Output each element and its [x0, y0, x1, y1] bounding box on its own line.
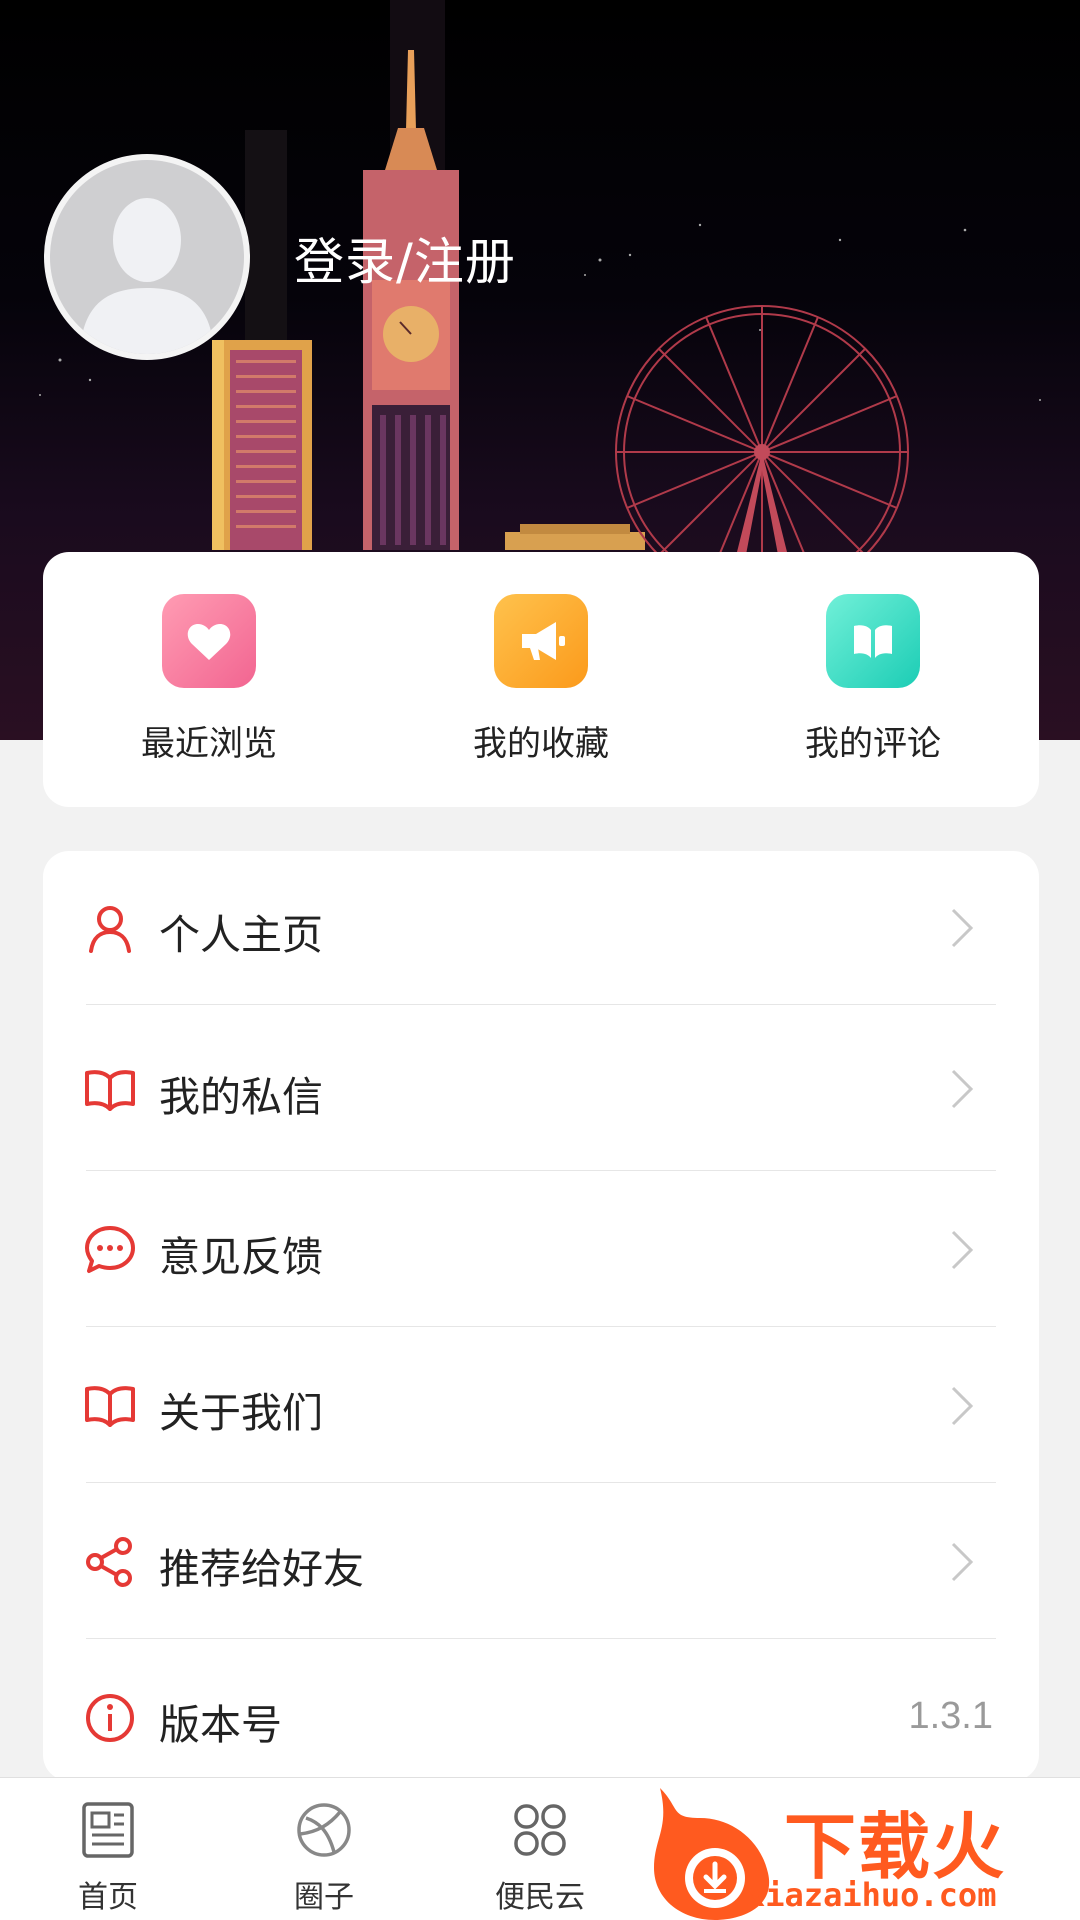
menu-item-messages[interactable]: 我的私信 — [43, 1005, 1039, 1170]
menu-item-profile[interactable]: 个人主页 — [43, 851, 1039, 1004]
megaphone-icon — [494, 594, 588, 688]
recent-views-label: 最近浏览 — [141, 724, 277, 764]
version-value: 1.3.1 — [908, 1695, 993, 1737]
nav-home[interactable]: 首页 — [0, 1778, 216, 1920]
menu-item-label: 推荐给好友 — [159, 1545, 364, 1593]
avatar[interactable] — [44, 154, 250, 360]
circle-play-icon — [294, 1800, 354, 1860]
menu-item-label: 关于我们 — [159, 1389, 323, 1437]
menu-item-about-us[interactable]: 关于我们 — [43, 1327, 1039, 1482]
menu-item-label: 我的私信 — [159, 1073, 323, 1121]
watermark: 下载火 xiazaihuo.com — [636, 1778, 1080, 1920]
nav-circle-label: 圈子 — [294, 1880, 354, 1915]
menu-item-label: 意见反馈 — [159, 1233, 323, 1281]
nav-circle[interactable]: 圈子 — [216, 1778, 432, 1920]
login-register-link[interactable]: 登录/注册 — [294, 222, 516, 294]
menu-item-feedback[interactable]: 意见反馈 — [43, 1171, 1039, 1326]
menu-item-label: 版本号 — [159, 1701, 282, 1749]
chat-bubble-icon — [83, 1223, 137, 1277]
user-icon — [83, 901, 137, 955]
default-avatar-icon — [50, 160, 244, 354]
heart-icon — [162, 594, 256, 688]
newspaper-icon — [78, 1800, 138, 1860]
nav-services-label: 便民云 — [495, 1880, 585, 1915]
settings-menu: 个人主页 我的私信 意见反馈 关于我们 推荐给好友 版本号 1.3.1 — [43, 851, 1039, 1781]
menu-item-label: 个人主页 — [159, 911, 323, 959]
share-icon — [83, 1535, 137, 1589]
chevron-right-icon — [947, 1384, 977, 1428]
chevron-right-icon — [947, 1540, 977, 1584]
recent-views-button[interactable]: 最近浏览 — [43, 552, 375, 807]
nav-services[interactable]: 便民云 — [432, 1778, 648, 1920]
book-open-icon — [83, 1379, 137, 1433]
clover-grid-icon — [510, 1800, 570, 1860]
my-comments-label: 我的评论 — [805, 724, 941, 764]
menu-item-share[interactable]: 推荐给好友 — [43, 1483, 1039, 1638]
info-icon — [83, 1691, 137, 1745]
chevron-right-icon — [947, 1067, 977, 1111]
watermark-url: xiazaihuo.com — [746, 1876, 997, 1914]
nav-home-label: 首页 — [78, 1880, 138, 1915]
book-open-icon — [83, 1063, 137, 1117]
book-icon — [826, 594, 920, 688]
my-favorites-button[interactable]: 我的收藏 — [375, 552, 707, 807]
quick-actions-card: 最近浏览 我的收藏 我的评论 — [43, 552, 1039, 807]
menu-item-version: 版本号 1.3.1 — [43, 1639, 1039, 1781]
chevron-right-icon — [947, 906, 977, 950]
chevron-right-icon — [947, 1228, 977, 1272]
my-favorites-label: 我的收藏 — [473, 724, 609, 764]
my-comments-button[interactable]: 我的评论 — [707, 552, 1039, 807]
